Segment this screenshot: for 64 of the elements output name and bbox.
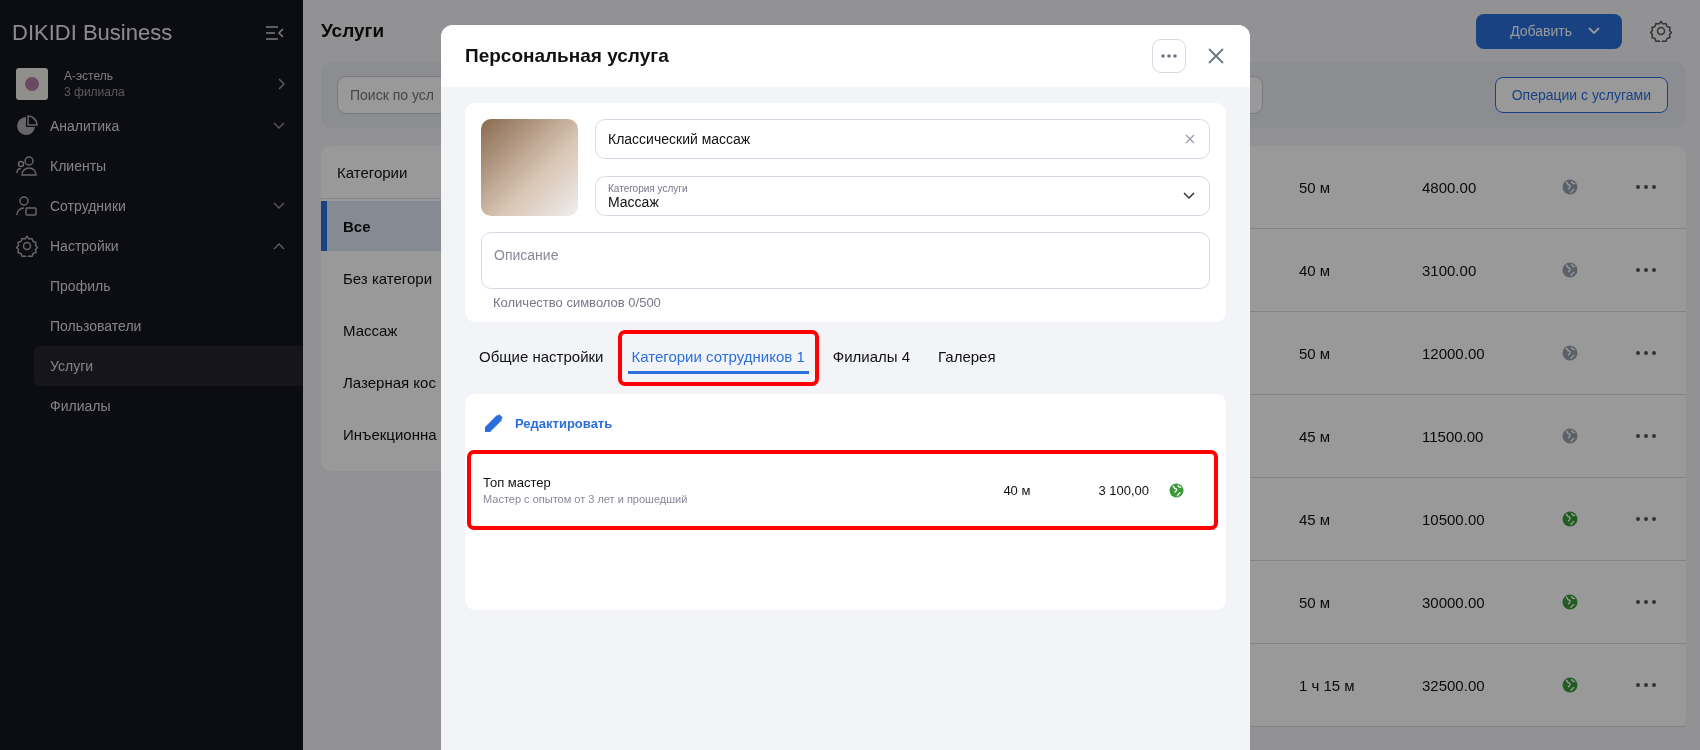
account-switcher[interactable]: А-эстель 3 филиала xyxy=(0,62,303,106)
description-field[interactable]: Описание xyxy=(481,232,1210,289)
brand-title: DIKIDI Business xyxy=(12,20,173,46)
nav-subitem[interactable]: Филиалы xyxy=(34,386,303,426)
price-cell: 3 100,00 xyxy=(1098,482,1149,498)
service-name-field[interactable]: Классический массаж xyxy=(595,119,1210,159)
edit-link[interactable]: Редактировать xyxy=(465,394,633,450)
tab[interactable]: Филиалы 4 xyxy=(828,342,915,374)
price-cell-text: 12000.00 xyxy=(1422,344,1486,362)
more-icon[interactable] xyxy=(1636,268,1656,272)
nav-item[interactable]: Сотрудники xyxy=(0,186,303,226)
page-title: Услуги xyxy=(321,20,385,42)
duration-cell-text: 45 м xyxy=(1299,427,1332,445)
nav-subitem[interactable]: Пользователи xyxy=(34,306,303,346)
settings-icon[interactable] xyxy=(1650,20,1672,42)
duration-cell-text: 50 м xyxy=(1299,344,1332,362)
collapse-menu-icon[interactable] xyxy=(265,25,285,41)
nav-item[interactable]: Настройки xyxy=(0,226,303,266)
nav-subitem[interactable]: Профиль xyxy=(34,266,303,306)
chevron-right-icon xyxy=(277,78,285,90)
chevron-down-icon xyxy=(1183,192,1195,200)
price-cell-text: 4800.00 xyxy=(1422,178,1478,196)
category-select[interactable]: Категория услуги Массаж xyxy=(595,176,1210,216)
staff-category-name: Топ мастер xyxy=(483,475,552,490)
nav-subitem[interactable]: Услуги xyxy=(34,346,303,386)
tab[interactable]: Категории сотрудников 1 xyxy=(627,342,809,374)
price-cell-text: 11500.00 xyxy=(1422,427,1485,445)
operations-button[interactable]: Операции с услугами xyxy=(1494,77,1668,113)
staff-icon xyxy=(16,195,38,217)
clear-icon[interactable] xyxy=(1185,134,1195,144)
duration-cell-text: 45 м xyxy=(1299,510,1332,528)
add-button[interactable]: Добавить xyxy=(1476,13,1622,49)
duration-cell-text: 1 ч 15 м xyxy=(1299,676,1356,694)
duration-cell-text: 50 м xyxy=(1299,593,1332,611)
close-icon[interactable] xyxy=(1208,48,1224,64)
people-icon xyxy=(16,155,38,177)
pencil-icon xyxy=(485,414,503,432)
more-icon[interactable] xyxy=(1636,351,1656,355)
tab[interactable]: Общие настройки xyxy=(475,342,608,374)
nav-item[interactable]: Клиенты xyxy=(0,146,303,186)
more-icon[interactable] xyxy=(1636,517,1656,521)
dialog-title: Персональная услуга xyxy=(465,45,670,67)
more-icon[interactable] xyxy=(1636,683,1656,687)
nav-item[interactable]: Аналитика xyxy=(0,106,303,146)
account-name: А-эстель xyxy=(64,69,114,83)
character-counter: Количество символов 0/500 xyxy=(493,295,662,310)
duration-cell-text: 40 м xyxy=(1003,482,1032,498)
duration-cell-text: 40 м xyxy=(1299,261,1332,279)
pie-chart-icon xyxy=(16,115,38,137)
more-icon[interactable] xyxy=(1636,600,1656,604)
more-icon[interactable] xyxy=(1636,434,1656,438)
tab[interactable]: Галерея xyxy=(934,342,1000,374)
price-cell-text: 32500.00 xyxy=(1422,676,1486,694)
price-cell-text: 10500.00 xyxy=(1422,510,1486,528)
account-subtitle: 3 филиала xyxy=(64,85,126,99)
more-icon[interactable] xyxy=(1636,185,1656,189)
caret-icon xyxy=(1588,27,1600,35)
salon-logo-icon xyxy=(16,68,48,100)
more-icon xyxy=(1161,54,1177,58)
price-cell-text: 3100.00 xyxy=(1422,261,1478,279)
price-cell-text: 30000.00 xyxy=(1422,593,1486,611)
settings-icon xyxy=(16,235,38,257)
duration-cell-text: 50 м xyxy=(1299,178,1332,196)
staff-category-description: Мастер с опытом от 3 лет и прошедший xyxy=(483,493,689,505)
